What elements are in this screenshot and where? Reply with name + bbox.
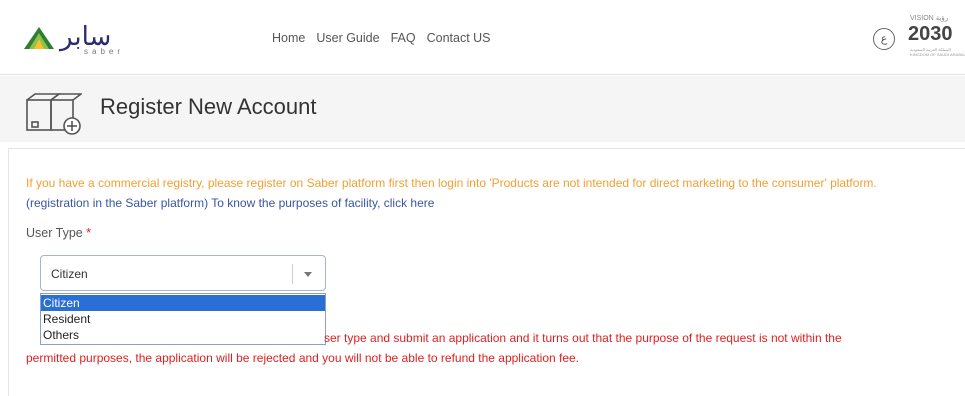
chevron-down-icon[interactable] (304, 272, 312, 277)
vision-sub-text: المملكة العربية السعودية KINGDOM OF SAUD… (910, 47, 965, 57)
register-account-icon (26, 93, 82, 135)
user-type-label: User Type * (26, 226, 91, 240)
nav-user-guide[interactable]: User Guide (316, 31, 379, 45)
user-type-select[interactable]: Citizen (40, 255, 326, 291)
vision-year-text: 2030 (908, 23, 953, 45)
rejection-warning: ser type and submit an application and i… (26, 328, 946, 368)
warning-line-1: ser type and submit an application and i… (324, 331, 842, 345)
user-type-label-text: User Type (26, 226, 83, 240)
notice-saber-registration: (registration in the Saber platform) (26, 196, 209, 210)
user-type-selected-value: Citizen (51, 267, 88, 281)
nav-contact-us[interactable]: Contact US (427, 31, 491, 45)
select-divider (292, 264, 293, 284)
page-title: Register New Account (100, 94, 317, 119)
main-nav: Home User Guide FAQ Contact US (272, 31, 491, 45)
warning-line-2: permitted purposes, the application will… (26, 351, 580, 365)
nav-faq[interactable]: FAQ (391, 31, 416, 45)
option-resident[interactable]: Resident (41, 311, 325, 327)
option-citizen[interactable]: Citizen (41, 295, 325, 311)
vision-2030-logo: VISION رؤية 2030 المملكة العربية السعودي… (908, 14, 965, 64)
commercial-registry-notice: If you have a commercial registry, pleas… (26, 173, 926, 213)
notice-text: If you have a commercial registry, pleas… (26, 176, 877, 190)
required-mark: * (86, 226, 92, 240)
vision-top-text: VISION رؤية (910, 15, 949, 22)
nav-home[interactable]: Home (272, 31, 305, 45)
logo-english-text: saber (84, 47, 125, 56)
language-toggle-button[interactable]: ع (873, 28, 895, 50)
notice-purposes-link[interactable]: To know the purposes of facility, click … (208, 196, 434, 210)
saber-logo-icon (24, 27, 54, 49)
saber-logo[interactable]: سابر saber (20, 22, 130, 62)
site-header: سابر saber Home User Guide FAQ Contact U… (0, 0, 965, 75)
